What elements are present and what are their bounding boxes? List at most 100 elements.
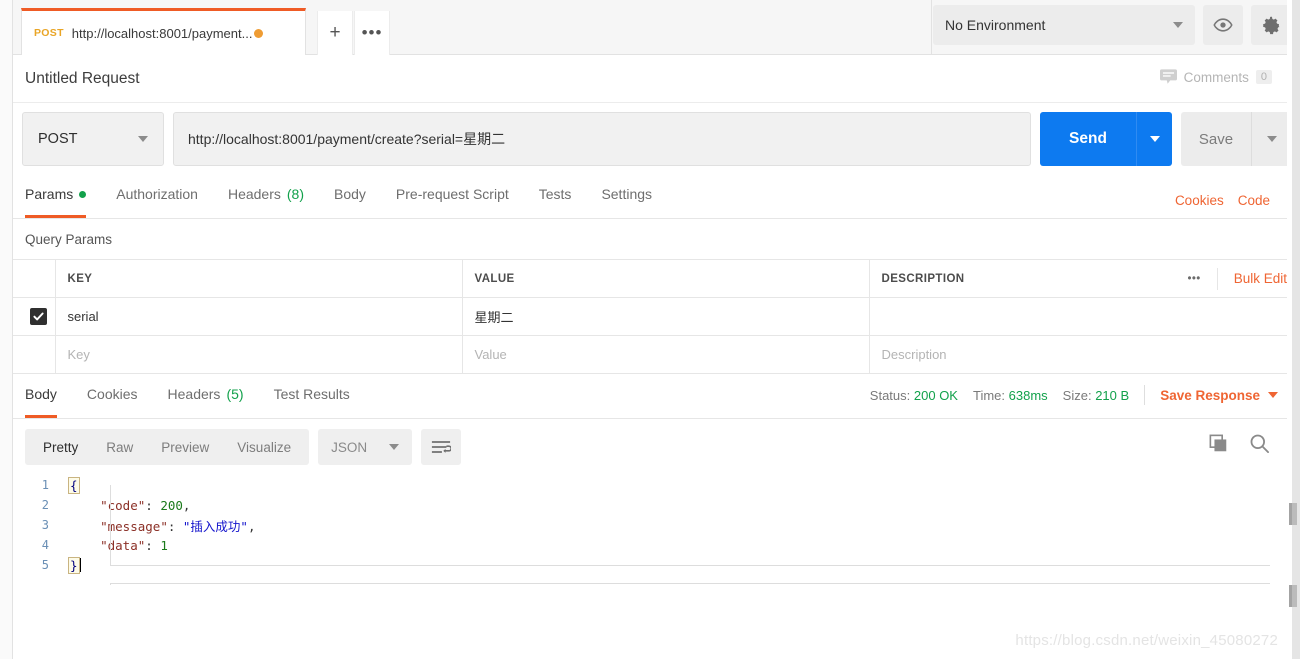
line-number: 5 <box>41 558 49 572</box>
request-tabs: Params Authorization Headers (8) Body Pr… <box>13 175 1300 219</box>
tab-body[interactable]: Body <box>334 175 366 218</box>
view-mode-visualize[interactable]: Visualize <box>223 440 305 455</box>
chevron-down-icon <box>1268 392 1278 398</box>
column-header-value: VALUE <box>462 259 870 298</box>
column-header-key: KEY <box>55 259 463 298</box>
status-block: Status: 200 OK <box>870 388 958 403</box>
divider <box>1216 267 1218 290</box>
line-number: 4 <box>41 538 49 552</box>
tab-headers-label: Headers <box>227 186 281 202</box>
response-body-code[interactable]: 1 { 2 "code": 200, 3 "message": "插入成功", … <box>13 475 1300 595</box>
table-row[interactable]: serial 星期二 <box>13 297 1300 336</box>
tab-strip: POST http://localhost:8001/payment... + … <box>13 0 1300 55</box>
tab-settings[interactable]: Settings <box>601 175 652 218</box>
comments-button[interactable]: Comments 0 <box>1159 69 1272 85</box>
http-method-select[interactable]: POST <box>22 112 164 166</box>
response-tab-test-results[interactable]: Test Results <box>274 375 350 418</box>
tab-headers[interactable]: Headers (8) <box>228 175 304 218</box>
eye-icon <box>1213 18 1233 32</box>
chevron-down-icon <box>1266 136 1277 142</box>
response-meta: Status: 200 OK Time: 638ms Size: 210 B S… <box>870 385 1278 405</box>
query-params-table: KEY VALUE DESCRIPTION ••• Bulk Edit seri… <box>13 259 1300 374</box>
code-line: 3 "message": "插入成功", <box>13 515 1300 535</box>
time-value: 638ms <box>1008 387 1048 403</box>
settings-button[interactable] <box>1251 5 1291 45</box>
response-tab-headers[interactable]: Headers (5) <box>168 375 244 418</box>
divider <box>1144 385 1146 405</box>
line-number: 1 <box>41 478 49 492</box>
status-value: 200 OK <box>913 387 958 403</box>
time-label: Time: <box>972 387 1006 403</box>
comments-label: Comments <box>1183 69 1249 85</box>
column-header-description: DESCRIPTION ••• Bulk Edit <box>869 259 1300 298</box>
new-tab-button[interactable]: + <box>317 11 353 55</box>
tab-options-button[interactable]: ••• <box>354 11 390 55</box>
check-icon <box>33 312 44 321</box>
view-mode-pretty[interactable]: Pretty <box>29 440 92 455</box>
send-options-button[interactable] <box>1136 112 1172 166</box>
url-bar: POST http://localhost:8001/payment/creat… <box>13 103 1300 175</box>
new-row-description-input[interactable]: Description <box>869 335 1300 374</box>
new-row-value-input[interactable]: Value <box>462 335 870 374</box>
response-tab-body[interactable]: Body <box>25 375 57 418</box>
status-label: Status: <box>869 387 911 403</box>
comments-count-badge: 0 <box>1255 70 1272 84</box>
tab-pre-request-script-label: Pre-request Script <box>395 186 509 202</box>
send-button[interactable]: Send <box>1040 112 1136 166</box>
code-line: 1 { <box>13 475 1300 495</box>
search-button[interactable] <box>1249 433 1270 457</box>
row-key-cell[interactable]: serial <box>55 297 463 336</box>
response-format-value: JSON <box>331 439 368 455</box>
code-line: 4 "data": 1 <box>13 535 1300 555</box>
tab-params[interactable]: Params <box>25 175 87 218</box>
response-tab-headers-count: (5) <box>226 386 244 402</box>
column-header-description-label: DESCRIPTION <box>881 272 965 285</box>
code-link[interactable]: Code <box>1238 193 1270 208</box>
chevron-down-icon <box>1149 136 1160 142</box>
row-enabled-checkbox[interactable] <box>30 308 47 325</box>
environment-controls: No Environment <box>933 5 1291 45</box>
url-input[interactable]: http://localhost:8001/payment/create?ser… <box>173 112 1031 166</box>
response-format-select[interactable]: JSON <box>318 429 413 465</box>
window-edge <box>1292 0 1300 659</box>
request-tab-url: http://localhost:8001/payment... <box>71 25 253 41</box>
copy-button[interactable] <box>1209 434 1229 457</box>
save-options-button[interactable] <box>1251 112 1291 166</box>
bulk-edit-button[interactable]: Bulk Edit <box>1234 271 1287 286</box>
tabstrip-divider <box>931 0 932 55</box>
tab-body-label: Body <box>334 186 366 202</box>
code-active-line-highlight <box>110 565 1270 584</box>
tab-pre-request-script[interactable]: Pre-request Script <box>396 175 509 218</box>
response-tab-body-label: Body <box>25 386 57 402</box>
app-root: POST http://localhost:8001/payment... + … <box>13 0 1300 659</box>
view-mode-preview[interactable]: Preview <box>147 440 223 455</box>
url-input-value: http://localhost:8001/payment/create?ser… <box>188 131 506 147</box>
size-block: Size: 210 B <box>1063 388 1130 403</box>
table-row-empty[interactable]: Key Value Description <box>13 335 1300 374</box>
environment-quick-look-button[interactable] <box>1203 5 1243 45</box>
code-line-content: "code": 200, <box>100 497 191 513</box>
save-button[interactable]: Save <box>1181 112 1251 166</box>
response-tab-headers-label: Headers <box>167 386 221 402</box>
request-tabs-actions: Cookies Code <box>1175 193 1270 208</box>
code-line-content: } <box>61 556 81 574</box>
response-tabs: Body Cookies Headers (5) Test Results St… <box>13 374 1300 419</box>
row-value-cell[interactable]: 星期二 <box>462 297 870 336</box>
wrap-lines-button[interactable] <box>421 429 462 465</box>
tab-authorization[interactable]: Authorization <box>116 175 198 218</box>
params-more-options-button[interactable]: ••• <box>1187 273 1200 285</box>
params-modified-icon <box>79 190 87 198</box>
new-row-key-input[interactable]: Key <box>55 335 463 374</box>
environment-select[interactable]: No Environment <box>933 5 1195 45</box>
tab-tests[interactable]: Tests <box>539 175 572 218</box>
response-tab-test-results-label: Test Results <box>273 386 350 402</box>
request-tab[interactable]: POST http://localhost:8001/payment... <box>21 8 306 55</box>
request-tab-method: POST <box>34 27 64 39</box>
sidebar-gutter <box>0 0 13 659</box>
view-mode-raw[interactable]: Raw <box>92 440 147 455</box>
row-description-cell[interactable] <box>869 297 1300 336</box>
response-tab-cookies[interactable]: Cookies <box>87 375 138 418</box>
cookies-link[interactable]: Cookies <box>1175 193 1224 208</box>
query-params-label: Query Params <box>25 231 113 247</box>
save-response-button[interactable]: Save Response <box>1160 388 1278 403</box>
